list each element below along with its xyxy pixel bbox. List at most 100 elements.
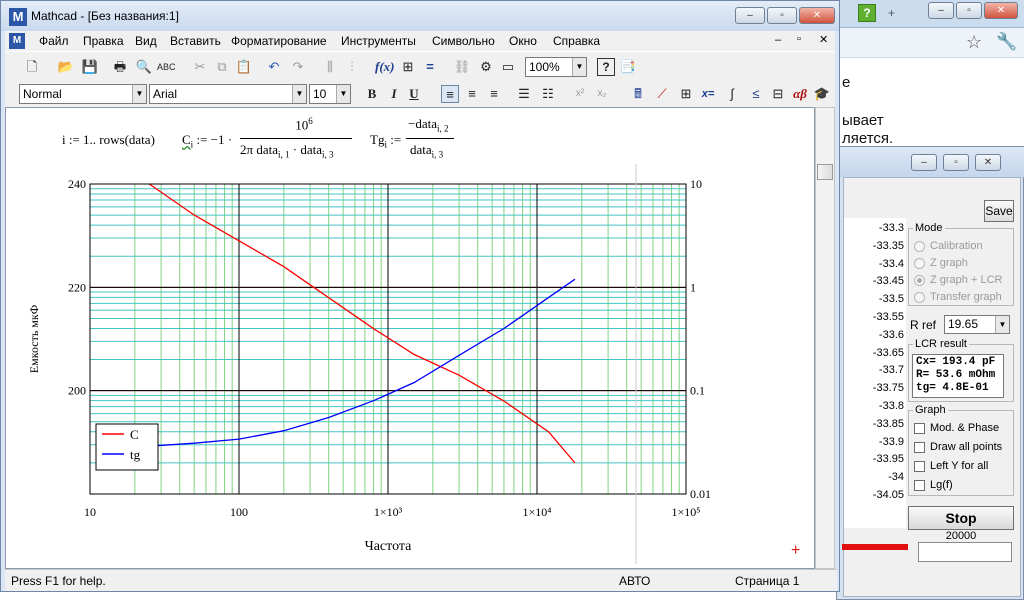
frequency-plot[interactable]: 10 100 1×10³ 1×10⁴ 1×10⁵2402202001010.10.01 … (6, 164, 815, 564)
mode-option[interactable]: Calibration (914, 240, 983, 252)
lcr-minimize-icon[interactable]: – (911, 154, 937, 171)
radio-icon[interactable] (914, 291, 925, 303)
zoom-select[interactable]: 100% ▼ (525, 57, 587, 77)
checkbox-icon[interactable] (914, 479, 925, 491)
copy-icon[interactable]: ⧉ (213, 58, 231, 76)
matrix-toolbar-icon[interactable]: ⊞ (677, 85, 695, 103)
print-icon[interactable]: 🖶 (111, 58, 129, 76)
range-definition[interactable]: i := 1.. rows(data) (62, 132, 155, 148)
help-icon[interactable]: ? (858, 4, 876, 22)
align-right-icon[interactable]: ≡ (485, 85, 503, 103)
frequency-input[interactable] (918, 542, 1012, 562)
align-across-icon[interactable]: ⫼ (321, 58, 339, 76)
menu-insert[interactable]: Вставить (170, 34, 221, 48)
chevron-down-icon[interactable]: ▼ (336, 85, 350, 103)
run-script-icon[interactable]: ▭ (499, 58, 517, 76)
save-button[interactable]: Save (984, 200, 1014, 222)
menu-symbolics[interactable]: Символьно (432, 34, 495, 48)
bullet-list-icon[interactable]: ☰ (515, 85, 533, 103)
bookmark-star-icon[interactable]: ☆ (966, 32, 982, 53)
browser-minimize-icon[interactable]: – (928, 2, 954, 19)
tg-definition[interactable]: Tgi := (370, 132, 401, 150)
chevron-down-icon[interactable]: ▼ (132, 85, 146, 103)
subscript-icon[interactable]: x₂ (593, 85, 611, 103)
lcr-maximize-icon[interactable]: ▫ (943, 154, 969, 171)
mode-option[interactable]: Transfer graph (914, 291, 1002, 303)
scrollbar-thumb[interactable] (817, 164, 833, 180)
boolean-toolbar-icon[interactable]: ≤ (747, 85, 765, 103)
maximize-icon[interactable]: ▫ (767, 7, 797, 24)
spell-check-icon[interactable]: ABC (157, 58, 176, 76)
menu-format[interactable]: Форматирование (231, 34, 327, 48)
mode-option[interactable]: Z graph + LCR (914, 274, 1002, 286)
component-wizard-icon[interactable]: ⚙ (477, 58, 495, 76)
chevron-down-icon[interactable]: ▼ (292, 85, 306, 103)
bold-icon[interactable]: B (363, 85, 381, 103)
menu-help[interactable]: Справка (553, 34, 600, 48)
style-select[interactable]: Normal ▼ (19, 84, 147, 104)
graph-option[interactable]: Draw all points (914, 441, 1002, 453)
doc-minimize-icon[interactable]: – (775, 34, 781, 46)
numbered-list-icon[interactable]: ☷ (539, 85, 557, 103)
close-icon[interactable]: ✕ (799, 7, 835, 24)
greek-toolbar-icon[interactable]: αβ (791, 85, 809, 103)
underline-icon[interactable]: U (405, 85, 423, 103)
programming-toolbar-icon[interactable]: ⊟ (769, 85, 787, 103)
chevron-down-icon[interactable]: ▼ (995, 316, 1009, 333)
superscript-icon[interactable]: x² (571, 85, 589, 103)
help-icon[interactable]: ? (597, 58, 615, 76)
lcr-close-icon[interactable]: ✕ (975, 154, 1001, 171)
wrench-icon[interactable]: 🔧 (996, 32, 1017, 52)
rref-select[interactable]: 19.65 ▼ (944, 315, 1010, 334)
font-select[interactable]: Arial ▼ (149, 84, 307, 104)
resource-center-icon[interactable]: 📑 (619, 58, 637, 76)
menu-view[interactable]: Вид (135, 34, 157, 48)
menu-edit[interactable]: Правка (83, 34, 124, 48)
doc-restore-icon[interactable]: ▫ (797, 33, 801, 45)
graph-option[interactable]: Left Y for all (914, 460, 988, 472)
browser-maximize-icon[interactable]: ▫ (956, 2, 982, 19)
checkbox-icon[interactable] (914, 422, 925, 434)
menu-file[interactable]: Файл (39, 34, 69, 48)
new-tab-icon[interactable]: + (888, 6, 904, 20)
vertical-scrollbar[interactable] (815, 107, 835, 569)
stop-button[interactable]: Stop (908, 506, 1014, 530)
evaluation-toolbar-icon[interactable]: x= (699, 85, 717, 103)
calculus-toolbar-icon[interactable]: ∫ (723, 85, 741, 103)
menu-window[interactable]: Окно (509, 34, 537, 48)
worksheet[interactable]: i := 1.. rows(data) Ci := −1 · 106 2π da… (5, 107, 815, 569)
new-document-icon[interactable]: 🗋 (23, 58, 41, 76)
chevron-down-icon[interactable]: ▼ (572, 58, 586, 76)
radio-icon[interactable] (914, 257, 925, 269)
italic-icon[interactable]: I (385, 85, 403, 103)
insert-function-icon[interactable]: f(x) (375, 58, 395, 76)
align-down-icon[interactable]: ⫶ (343, 58, 361, 76)
menu-tools[interactable]: Инструменты (341, 34, 416, 48)
doc-close-icon[interactable]: ✕ (819, 33, 828, 46)
font-size-select[interactable]: 10 ▼ (309, 84, 351, 104)
symbolic-toolbar-icon[interactable]: 🎓 (813, 85, 831, 103)
cut-icon[interactable]: ✂ (191, 58, 209, 76)
radio-icon[interactable] (914, 240, 925, 252)
insert-unit-icon[interactable]: ⊞ (399, 58, 417, 76)
save-icon[interactable]: 💾 (81, 58, 99, 76)
graph-toolbar-icon[interactable]: ⟋ (653, 85, 671, 103)
calculate-icon[interactable]: = (421, 58, 439, 76)
redo-icon[interactable]: ↷ (289, 58, 307, 76)
browser-close-icon[interactable]: ✕ (984, 2, 1018, 19)
graph-option[interactable]: Mod. & Phase (914, 422, 999, 434)
undo-icon[interactable]: ↶ (265, 58, 283, 76)
graph-option[interactable]: Lg(f) (914, 479, 953, 491)
browser-address-bar[interactable]: ☆ 🔧 (840, 28, 1024, 58)
mode-option[interactable]: Z graph (914, 257, 968, 269)
align-left-icon[interactable]: ≡ (441, 85, 459, 103)
insert-hyperlink-icon[interactable]: ⛓ (453, 58, 471, 76)
open-folder-icon[interactable]: 📂 (57, 58, 75, 76)
radio-icon[interactable] (914, 274, 925, 286)
align-center-icon[interactable]: ≡ (463, 85, 481, 103)
paste-icon[interactable]: 📋 (235, 58, 253, 76)
print-preview-icon[interactable]: 🔍 (135, 58, 153, 76)
minimize-icon[interactable]: – (735, 7, 765, 24)
calculator-toolbar-icon[interactable]: 🖩 (629, 85, 647, 103)
checkbox-icon[interactable] (914, 460, 925, 472)
